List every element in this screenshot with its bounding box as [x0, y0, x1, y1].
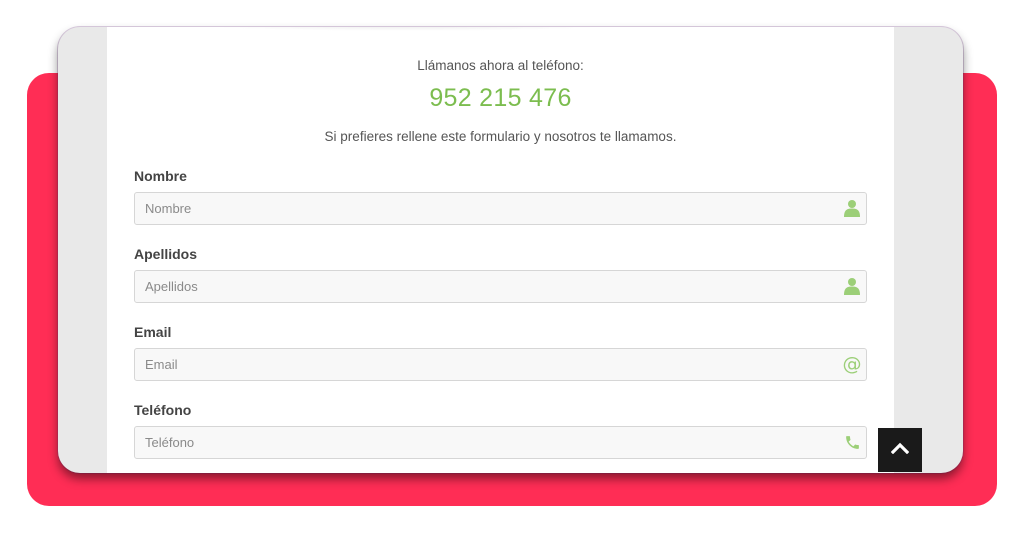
- nombre-input[interactable]: [134, 192, 867, 225]
- apellidos-input[interactable]: [134, 270, 867, 303]
- screenshot-card: Llámanos ahora al teléfono: 952 215 476 …: [58, 27, 963, 473]
- phone-number[interactable]: 952 215 476: [107, 84, 894, 113]
- call-prompt-text: Llámanos ahora al teléfono:: [417, 58, 584, 73]
- email-input[interactable]: [134, 348, 867, 381]
- contact-form-page: Llámanos ahora al teléfono: 952 215 476 …: [107, 27, 894, 473]
- email-label: Email: [134, 324, 172, 340]
- nombre-label: Nombre: [134, 168, 187, 184]
- scroll-to-top-button[interactable]: [878, 428, 922, 472]
- at-sign-icon: @: [842, 353, 862, 375]
- header-shadow: [197, 27, 617, 31]
- apellidos-label: Apellidos: [134, 246, 198, 262]
- phone-icon: [841, 431, 863, 453]
- chevron-up-icon: [890, 441, 910, 459]
- telefono-label: Teléfono: [134, 402, 192, 418]
- telefono-input[interactable]: [134, 426, 867, 459]
- user-icon: [841, 275, 863, 297]
- user-icon: [841, 197, 863, 219]
- form-intro-text: Si prefieres rellene este formulario y n…: [324, 129, 677, 144]
